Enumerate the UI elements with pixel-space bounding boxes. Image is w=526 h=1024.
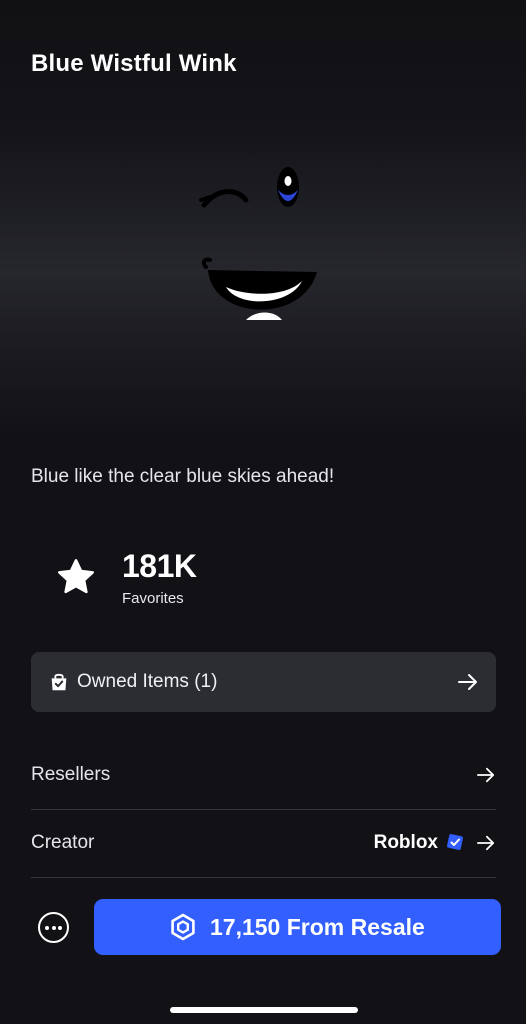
verified-badge-icon — [447, 834, 463, 850]
item-preview-area: Blue Wistful Wink — [0, 0, 526, 440]
item-details-screen: Blue Wistful Wink Blue like the clear bl… — [0, 0, 526, 1024]
more-options-icon — [58, 926, 62, 930]
star-icon[interactable] — [55, 556, 97, 598]
more-options-icon — [51, 926, 56, 930]
resellers-row[interactable]: Resellers — [31, 742, 496, 810]
creator-row[interactable]: Creator Roblox — [31, 810, 496, 878]
favorites-label: Favorites — [122, 590, 184, 607]
home-indicator[interactable] — [170, 1007, 358, 1013]
owned-items-button[interactable]: Owned Items (1) — [31, 652, 496, 712]
creator-label: Creator — [31, 832, 95, 853]
favorites-count: 181K — [122, 548, 197, 584]
shopping-bag-check-icon — [51, 673, 67, 691]
item-title: Blue Wistful Wink — [31, 50, 237, 77]
more-options-button[interactable] — [38, 912, 69, 943]
buy-button-label: 17,150 From Resale — [210, 914, 425, 940]
creator-name[interactable]: Roblox — [374, 832, 438, 854]
robux-icon — [171, 913, 195, 941]
arrow-right-icon — [477, 767, 495, 783]
face-wink-smile-image — [199, 167, 317, 320]
more-options-icon — [45, 926, 49, 930]
item-description: Blue like the clear blue skies ahead! — [31, 466, 335, 487]
arrow-right-icon — [477, 835, 495, 851]
favorites-stat[interactable]: 181K Favorites — [55, 548, 255, 610]
owned-items-label: Owned Items (1) — [77, 671, 218, 692]
resellers-label: Resellers — [31, 764, 111, 785]
arrow-right-icon — [458, 674, 477, 690]
buy-from-resale-button[interactable]: 17,150 From Resale — [94, 899, 501, 955]
